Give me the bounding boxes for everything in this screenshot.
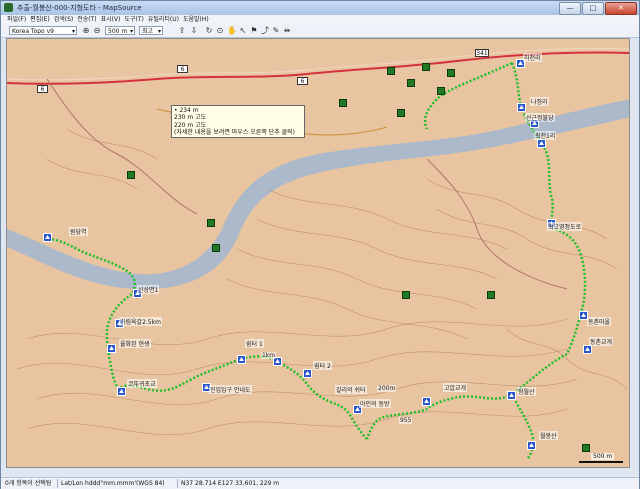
refresh-icon[interactable]: ↻ — [204, 26, 214, 36]
menu-tools[interactable]: 도구(T) — [124, 15, 143, 25]
waypoint-icon[interactable]: ⛰ — [537, 139, 546, 148]
route-shield-341: 341 — [475, 49, 489, 57]
status-cursor-coords: N37 28.714 E127 33.601, 229 m — [181, 480, 280, 487]
waypoint-icon[interactable]: ⛰ — [517, 103, 526, 112]
poi-marker[interactable] — [402, 291, 410, 299]
label-elev-1km: 1km — [261, 352, 277, 359]
label-east-ridge: 동촌마을 — [587, 317, 612, 326]
waypoint-icon[interactable]: ⛰ — [107, 344, 116, 353]
poi-marker[interactable] — [582, 444, 590, 452]
map-product-select[interactable]: Korea Topo v9 — [9, 26, 77, 35]
hand-tool-icon[interactable]: ✋ — [227, 26, 237, 36]
receive-from-device-icon[interactable]: ⇩ — [189, 26, 199, 36]
waypoint-icon[interactable]: ⛰ — [117, 387, 126, 396]
maximize-button[interactable]: □ — [582, 2, 604, 15]
status-divider — [177, 479, 178, 488]
zoom-level-select[interactable]: 500 m — [105, 26, 135, 35]
waypoint-icon[interactable]: ⛰ — [303, 369, 312, 378]
poi-marker[interactable] — [447, 69, 455, 77]
poi-marker[interactable] — [487, 291, 495, 299]
label-sign3: 코뚜귀초교 — [127, 379, 157, 388]
label-start: 하천리 — [523, 53, 542, 62]
poi-marker[interactable] — [422, 63, 430, 71]
label-mid: 아인의 동방 — [359, 399, 391, 408]
label-end: 월봉산 — [539, 431, 558, 440]
waypoint-icon[interactable]: ⛰ — [422, 397, 431, 406]
track-tool-icon[interactable]: ✎ — [271, 26, 281, 36]
label-residence: 나정리 — [530, 97, 549, 106]
status-coord-format: Lat/Lon hddd°mm.mmm'(WGS 84) — [61, 480, 165, 487]
poi-marker[interactable] — [127, 171, 135, 179]
poi-marker[interactable] — [212, 244, 220, 252]
tooltip-line-2: 230 m 고도 — [174, 114, 207, 122]
detail-select[interactable]: 최고 — [139, 26, 163, 35]
toolbar: Korea Topo v9 ⊕ ⊖ 500 m 최고 ⇪ ⇩ ↻ ⊙ ✋ ↖ ⚑… — [1, 25, 639, 38]
label-ridge1: 최천1리 — [534, 131, 557, 140]
zoom-tool-icon[interactable]: ⊙ — [215, 26, 225, 36]
label-south: 청월산 — [517, 387, 536, 396]
title-bar[interactable]: 추출-월봉산-000-지형도타 - MapSource — □ ✕ — [1, 1, 639, 15]
tooltip-line-4: (자세한 내용을 보려면 마우스 오른쪽 단추 클릭) — [174, 128, 296, 136]
label-nearby: 신근정불당 — [525, 113, 555, 122]
tooltip-line-1: • 234 m — [174, 107, 199, 114]
scale-bar — [579, 461, 623, 463]
poi-marker[interactable] — [407, 79, 415, 87]
waypoint-tool-icon[interactable]: ⚑ — [249, 26, 259, 36]
send-to-device-icon[interactable]: ⇪ — [177, 26, 187, 36]
close-button[interactable]: ✕ — [605, 2, 637, 15]
label-sign2: 율화된 현생 — [119, 339, 151, 348]
mapsource-window: 추출-월봉산-000-지형도타 - MapSource — □ ✕ 파일(F) … — [0, 0, 640, 489]
label-west-station: 신상면1 — [137, 285, 160, 294]
label-east-pass: 동촌교개 — [589, 337, 614, 346]
label-climb: 갈리의 쉬터 — [335, 385, 367, 394]
menu-transfer[interactable]: 전송(T) — [77, 15, 96, 25]
label-peak2: 쉼터 2 — [313, 361, 332, 370]
scale-label: 500 m — [591, 453, 615, 460]
menu-bar: 파일(F) 편집(E) 검색(S) 전송(T) 표시(V) 도구(T) 유틸리티… — [1, 15, 639, 25]
waypoint-end-icon[interactable]: ⛰ — [527, 441, 536, 450]
route-shield-6c: 6 — [37, 85, 48, 93]
label-sign4: 진입입구 안내도 — [209, 385, 252, 394]
zoom-in-icon[interactable]: ⊕ — [81, 26, 91, 36]
label-peak1: 쉼터 1 — [245, 339, 264, 348]
status-divider — [57, 479, 58, 488]
status-bar: 0개 항목이 선택됨 Lat/Lon hddd°mm.mmm'(WGS 84) … — [1, 477, 639, 489]
distance-tool-icon[interactable]: ⇹ — [282, 26, 292, 36]
app-icon — [4, 3, 13, 12]
label-sign1: 가림육갈2.5km — [119, 317, 162, 326]
select-tool-icon[interactable]: ↖ — [238, 26, 248, 36]
poi-marker[interactable] — [387, 67, 395, 75]
label-pass: 고압교개 — [443, 383, 468, 392]
route-shield-6b: 6 — [297, 77, 308, 85]
label-elev-955: 955 — [399, 417, 413, 424]
route-shield-6a: 6 — [177, 65, 188, 73]
status-selection-count: 0개 항목이 선택됨 — [5, 480, 52, 487]
waypoint-icon[interactable]: ⛰ — [507, 391, 516, 400]
waypoint-west-start-icon[interactable]: ⛰ — [43, 233, 52, 242]
menu-edit[interactable]: 편집(E) — [30, 15, 50, 25]
map-tooltip: • 234 m 230 m 고도 220 m 고도 (자세한 내용을 보려면 마… — [171, 105, 305, 139]
minimize-button[interactable]: — — [559, 2, 581, 15]
route-tool-icon[interactable]: ⤴ — [260, 26, 270, 36]
map-view[interactable]: 6 6 6 341 • 234 m 230 m 고도 220 m 고도 (자세한… — [6, 38, 630, 468]
poi-marker[interactable] — [437, 87, 445, 95]
poi-marker[interactable] — [397, 109, 405, 117]
poi-marker[interactable] — [339, 99, 347, 107]
label-dist200: 200m — [377, 385, 397, 392]
menu-view[interactable]: 표시(V) — [101, 15, 121, 25]
label-west-start: 원당역 — [69, 227, 88, 236]
zoom-out-icon[interactable]: ⊖ — [92, 26, 102, 36]
waypoint-icon[interactable]: ⛰ — [583, 345, 592, 354]
tooltip-line-3: 220 m 고도 — [174, 121, 207, 129]
menu-search[interactable]: 검색(S) — [54, 15, 74, 25]
poi-marker[interactable] — [207, 219, 215, 227]
menu-help[interactable]: 도움말(H) — [183, 15, 209, 25]
menu-file[interactable]: 파일(F) — [7, 15, 26, 25]
waypoint-icon[interactable]: ⛰ — [237, 355, 246, 364]
menu-utilities[interactable]: 유틸리티(U) — [148, 15, 179, 25]
window-title: 추출-월봉산-000-지형도타 - MapSource — [17, 4, 142, 12]
label-trail1: 최고영정도로 — [547, 222, 583, 231]
